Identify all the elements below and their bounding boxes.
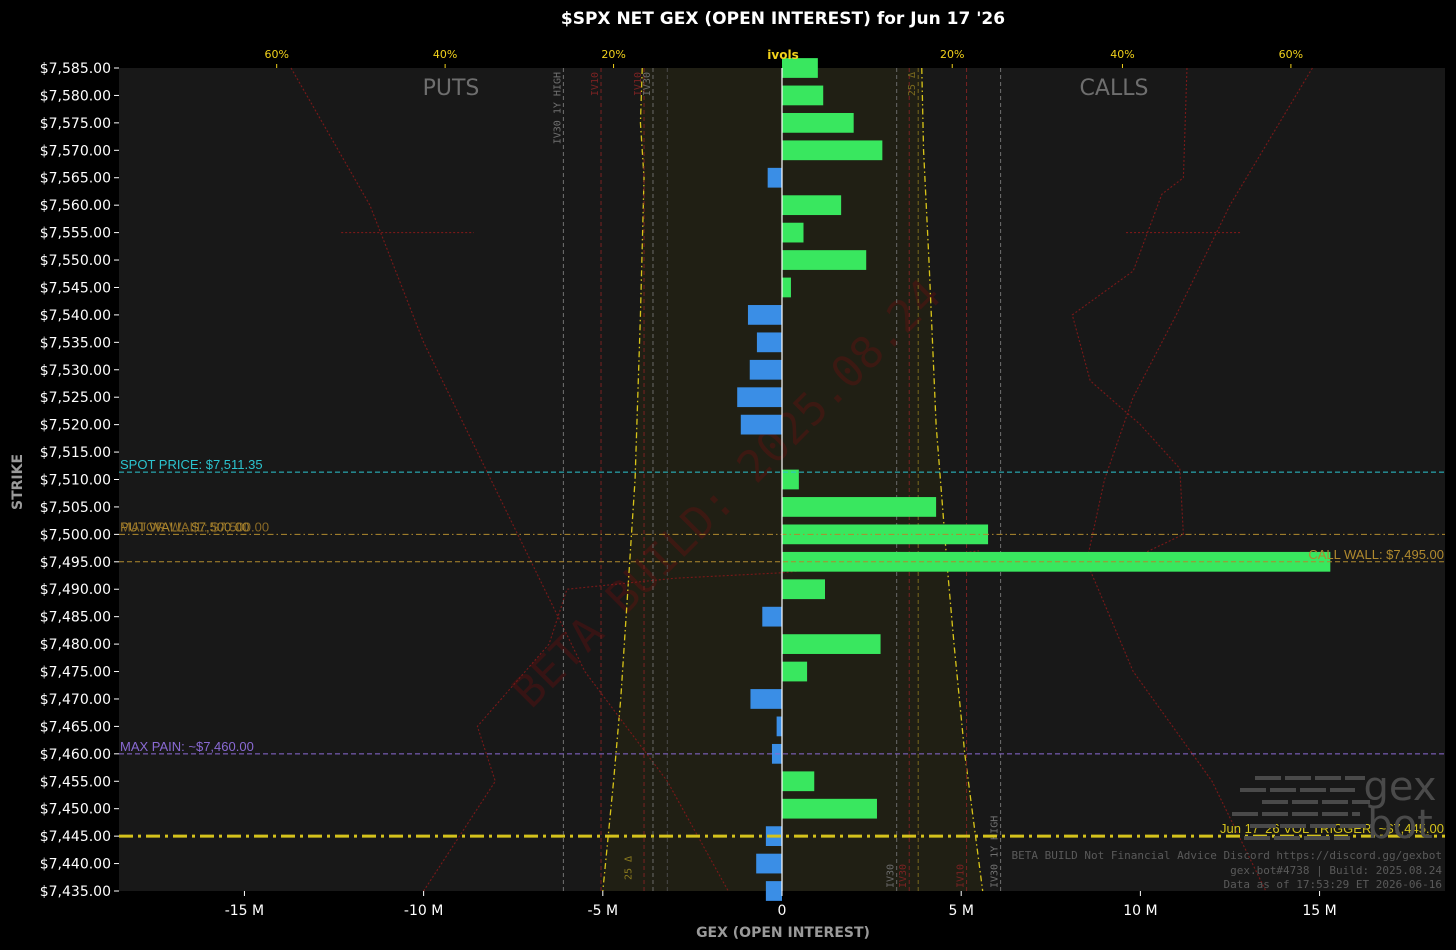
footer-line-3: Data as of 17:53:29 ET 2026-06-16 (1223, 878, 1442, 891)
gex-bar (756, 853, 782, 874)
y-tick-label: $7,465.00 (40, 719, 111, 735)
gex-bar (782, 579, 826, 600)
x-tick-label: 5 M (948, 903, 973, 919)
iv-line-label: IV30 (886, 864, 897, 888)
gex-bar (782, 798, 877, 819)
gex-bar (750, 689, 782, 709)
level-label: CALL WALL: $7,495.00 (1308, 547, 1444, 562)
gex-bar (782, 112, 854, 133)
ivol-tick-label: 40% (1110, 48, 1134, 61)
gex-bar (782, 250, 867, 270)
y-tick-label: $7,495.00 (40, 555, 111, 571)
gex-bar (737, 387, 782, 408)
y-tick-label: $7,555.00 (40, 226, 111, 242)
y-tick-label: $7,530.00 (40, 363, 111, 379)
x-tick-label: -15 M (225, 903, 264, 919)
gex-bar (782, 634, 881, 654)
level-label: SPOT PRICE: $7,511.35 (120, 457, 263, 472)
gex-bar (767, 167, 782, 188)
put-25-delta-label: 25 Δ (623, 856, 634, 880)
y-tick-label: $7,535.00 (40, 335, 111, 351)
gex-bar (782, 661, 808, 682)
gex-bar (776, 716, 782, 737)
gex-bar (782, 222, 804, 243)
gex-bar (782, 497, 937, 517)
ivol-tick-label: 20% (601, 48, 625, 61)
y-tick-label: $7,455.00 (40, 774, 111, 790)
x-tick-label: 15 M (1302, 903, 1336, 919)
gex-bar (756, 332, 782, 353)
y-tick-label: $7,445.00 (40, 829, 111, 845)
iv-line-label: IV30 (898, 864, 909, 888)
gex-bar (782, 195, 842, 216)
ivols-axis-label: ivols (767, 48, 798, 62)
ivol-tick-label: 40% (433, 48, 457, 61)
y-tick-label: $7,585.00 (40, 61, 111, 77)
y-tick-label: $7,540.00 (40, 308, 111, 324)
level-label: MAJOR WALL: $7,500.00 (120, 519, 269, 534)
x-tick-label: -5 M (588, 903, 619, 919)
y-tick-label: $7,490.00 (40, 582, 111, 598)
y-tick-label: $7,485.00 (40, 610, 111, 626)
y-tick-label: $7,570.00 (40, 143, 111, 159)
y-tick-label: $7,510.00 (40, 473, 111, 489)
footer-line-2: gex.bot#4738 | Build: 2025.08.24 (1230, 864, 1442, 877)
y-tick-label: $7,560.00 (40, 198, 111, 214)
y-tick-label: $7,470.00 (40, 692, 111, 708)
y-tick-label: $7,435.00 (40, 884, 111, 900)
chart-title: $SPX NET GEX (OPEN INTEREST) for Jun 17 … (561, 9, 1005, 29)
y-tick-label: $7,480.00 (40, 637, 111, 653)
ivol-tick-label: 20% (940, 48, 964, 61)
y-tick-label: $7,500.00 (40, 527, 111, 543)
iv-line-label: IV30 1Y HIGH (990, 816, 1001, 888)
y-tick-label: $7,580.00 (40, 88, 111, 104)
y-tick-label: $7,475.00 (40, 665, 111, 681)
gex-bar (782, 771, 815, 792)
gex-bar (740, 414, 782, 435)
iv-line-label: 25 Δ (907, 72, 918, 96)
y-tick-label: $7,440.00 (40, 857, 111, 873)
gex-bar (782, 277, 791, 298)
y-tick-label: $7,550.00 (40, 253, 111, 269)
gex-bar (762, 606, 782, 627)
ivol-tick-label: 60% (1279, 48, 1303, 61)
gex-bar (749, 359, 782, 380)
y-tick-label: $7,515.00 (40, 445, 111, 461)
iv-line-label: IV10 (956, 864, 967, 888)
x-tick-label: -10 M (404, 903, 443, 919)
logo-text-2: bot (1367, 802, 1433, 848)
y-tick-label: $7,520.00 (40, 418, 111, 434)
iv-line-label: IV30 1Y HIGH (552, 72, 563, 144)
gex-bar (782, 140, 883, 161)
y-tick-label: $7,525.00 (40, 390, 111, 406)
y-tick-label: $7,565.00 (40, 171, 111, 187)
level-label: MAX PAIN: ~$7,460.00 (120, 739, 254, 754)
gex-bar (782, 85, 824, 106)
y-tick-label: $7,545.00 (40, 280, 111, 296)
iv-line-label: IV30 (642, 72, 653, 96)
y-axis-label: STRIKE (10, 454, 26, 510)
calls-side-label: CALLS (1080, 76, 1149, 101)
iv-line-label: IV10 (590, 72, 601, 96)
y-tick-label: $7,505.00 (40, 500, 111, 516)
gex-bar (747, 305, 782, 325)
gex-chart: BETA BUILD: 2025.08.24 25 Δ IV30 1Y HIGH… (0, 0, 1456, 950)
x-tick-label: 10 M (1123, 903, 1157, 919)
x-axis-label: GEX (OPEN INTEREST) (696, 925, 870, 941)
y-tick-label: $7,575.00 (40, 116, 111, 132)
y-tick-label: $7,460.00 (40, 747, 111, 763)
puts-side-label: PUTS (423, 76, 480, 101)
gex-bar (765, 881, 782, 901)
x-tick-label: 0 (778, 903, 787, 919)
footer-line-1: BETA BUILD Not Financial Advice Discord … (1012, 849, 1442, 862)
y-tick-label: $7,450.00 (40, 802, 111, 818)
ivol-tick-label: 60% (264, 48, 288, 61)
